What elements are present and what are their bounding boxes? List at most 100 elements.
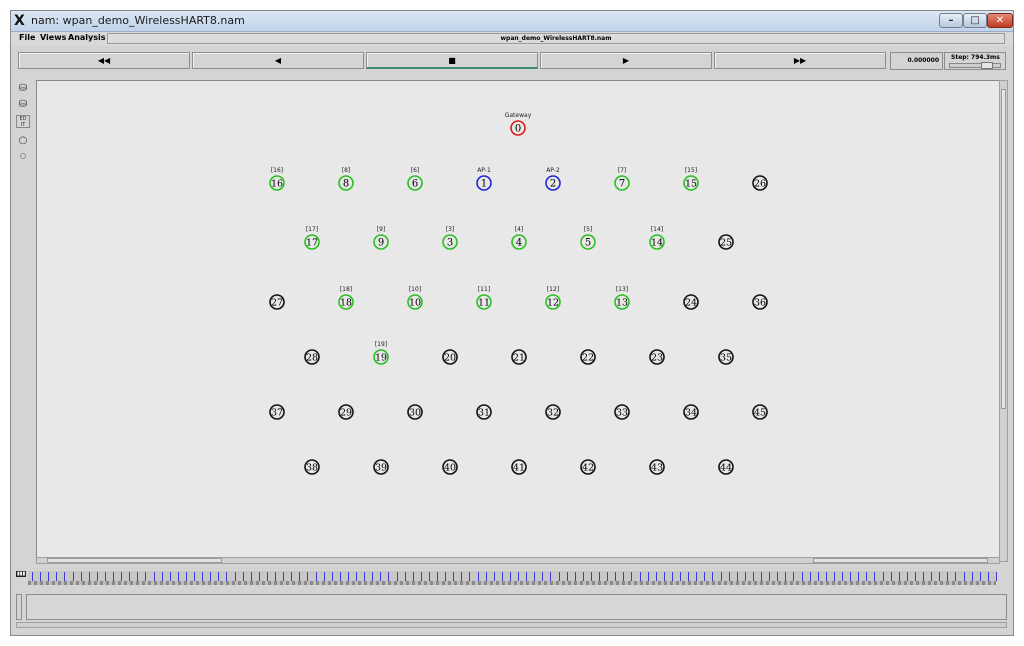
timeline-tick — [590, 572, 592, 581]
node-label-2: AP-2 — [546, 167, 560, 174]
select-tool-icon[interactable]: ⛁ — [16, 82, 30, 95]
node-id-11: 11 — [478, 298, 490, 309]
menu-analysis[interactable]: Analysis — [68, 33, 106, 42]
node-label-3: [3] — [446, 226, 455, 233]
menu-file[interactable]: File — [19, 33, 35, 42]
timeline-tick — [850, 572, 852, 581]
node-28[interactable]: 28 — [304, 349, 320, 365]
node-41[interactable]: 41 — [511, 459, 527, 475]
node-10[interactable]: 10 [10] — [407, 286, 423, 310]
node-45[interactable]: 45 — [752, 404, 768, 420]
network-canvas[interactable]: 0 Gateway 1 AP-1 2 AP-2 3 [3] 4 [4] 5 [5] 6 [6] 7 [7] 8 [… — [36, 80, 1000, 558]
node-26[interactable]: 26 — [752, 175, 768, 191]
rewind-button[interactable]: ◀◀ — [18, 52, 190, 69]
vertical-scrollbar[interactable] — [999, 80, 1008, 562]
node-id-44: 44 — [720, 463, 732, 474]
timeline-tick — [639, 572, 641, 581]
node-29[interactable]: 29 — [338, 404, 354, 420]
timeline-tick — [615, 572, 617, 581]
timeline-tick — [793, 572, 795, 581]
node-31[interactable]: 31 — [476, 404, 492, 420]
node-16[interactable]: 16 [16] — [269, 167, 285, 191]
node-7[interactable]: 7 [7] — [614, 167, 630, 191]
node-36[interactable]: 36 — [752, 294, 768, 310]
node-0[interactable]: 0 Gateway — [505, 112, 532, 136]
timeline-tick — [202, 572, 204, 581]
node-id-39: 39 — [375, 463, 387, 474]
timeline-tick — [534, 572, 536, 581]
timeline-tick — [599, 572, 600, 581]
node-14[interactable]: 14 [14] — [649, 226, 665, 250]
fast-forward-button[interactable]: ▶▶ — [714, 52, 886, 69]
timeline-tick — [323, 572, 325, 581]
zoom-tool-icon[interactable]: ⛁ — [16, 98, 30, 111]
timeline-tick — [210, 572, 212, 581]
node-8[interactable]: 8 [8] — [338, 167, 354, 191]
close-button[interactable]: ✕ — [987, 13, 1013, 28]
horizontal-scroll-thumb-left[interactable] — [47, 558, 222, 563]
annotation-scroll[interactable] — [16, 594, 22, 620]
node-20[interactable]: 20 — [442, 349, 458, 365]
node-11[interactable]: 11 [11] — [476, 286, 492, 310]
node-17[interactable]: 17 [17] — [304, 226, 320, 250]
node-id-33: 33 — [616, 408, 628, 419]
node-2[interactable]: 2 AP-2 — [545, 167, 561, 191]
node-12[interactable]: 12 [12] — [545, 286, 561, 310]
node-39[interactable]: 39 — [373, 459, 389, 475]
node-6[interactable]: 6 [6] — [407, 167, 423, 191]
horizontal-scrollbar[interactable] — [36, 557, 1000, 564]
timeline-tick — [817, 572, 819, 581]
timeline-tick — [574, 572, 576, 581]
node-5[interactable]: 5 [5] — [580, 226, 596, 250]
minimize-button[interactable]: – — [939, 13, 963, 28]
node-38[interactable]: 38 — [304, 459, 320, 475]
node-4[interactable]: 4 [4] — [511, 226, 527, 250]
play-button[interactable]: ▶ — [540, 52, 712, 69]
node-19[interactable]: 19 [19] — [373, 341, 389, 365]
timeline-tick — [680, 572, 681, 581]
node-44[interactable]: 44 — [718, 459, 734, 475]
timeline-tick — [137, 572, 139, 581]
horizontal-scroll-thumb-right[interactable] — [813, 558, 988, 563]
step-thumb[interactable] — [981, 62, 993, 69]
link-tool-icon[interactable]: ○ — [16, 150, 30, 163]
maximize-button[interactable]: □ — [963, 13, 987, 28]
node-27[interactable]: 27 — [269, 294, 285, 310]
node-32[interactable]: 32 — [545, 404, 561, 420]
node-23[interactable]: 23 — [649, 349, 665, 365]
edit-tool[interactable]: ED IT — [16, 115, 30, 128]
node-24[interactable]: 24 — [683, 294, 699, 310]
node-43[interactable]: 43 — [649, 459, 665, 475]
node-9[interactable]: 9 [9] — [373, 226, 389, 250]
node-id-1: 1 — [481, 179, 487, 190]
timeline-slider[interactable] — [28, 571, 997, 585]
node-13[interactable]: 13 [13] — [614, 286, 630, 310]
node-1[interactable]: 1 AP-1 — [476, 167, 492, 191]
node-18[interactable]: 18 [18] — [338, 286, 354, 310]
node-42[interactable]: 42 — [580, 459, 596, 475]
timeline-tick — [331, 572, 333, 581]
node-id-42: 42 — [582, 463, 594, 474]
step-back-button[interactable]: ◀ — [192, 52, 364, 69]
step-track[interactable] — [949, 63, 1001, 68]
stop-button[interactable]: ■ — [366, 52, 538, 69]
node-34[interactable]: 34 — [683, 404, 699, 420]
node-40[interactable]: 40 — [442, 459, 458, 475]
node-21[interactable]: 21 — [511, 349, 527, 365]
timeline-tick — [736, 572, 738, 581]
bottom-scrollbar[interactable] — [16, 622, 1007, 628]
node-3[interactable]: 3 [3] — [442, 226, 458, 250]
vertical-scroll-thumb[interactable] — [1001, 89, 1006, 409]
node-tool-icon[interactable]: ○ — [16, 134, 30, 147]
timeline-tick — [129, 572, 131, 581]
node-37[interactable]: 37 — [269, 404, 285, 420]
step-slider[interactable]: Step: 794.3ms — [944, 52, 1006, 70]
node-15[interactable]: 15 [15] — [683, 167, 699, 191]
node-22[interactable]: 22 — [580, 349, 596, 365]
node-25[interactable]: 25 — [718, 234, 734, 250]
node-35[interactable]: 35 — [718, 349, 734, 365]
node-33[interactable]: 33 — [614, 404, 630, 420]
time-display: 0.000000 — [890, 52, 943, 70]
menu-views[interactable]: Views — [40, 33, 66, 42]
node-30[interactable]: 30 — [407, 404, 423, 420]
